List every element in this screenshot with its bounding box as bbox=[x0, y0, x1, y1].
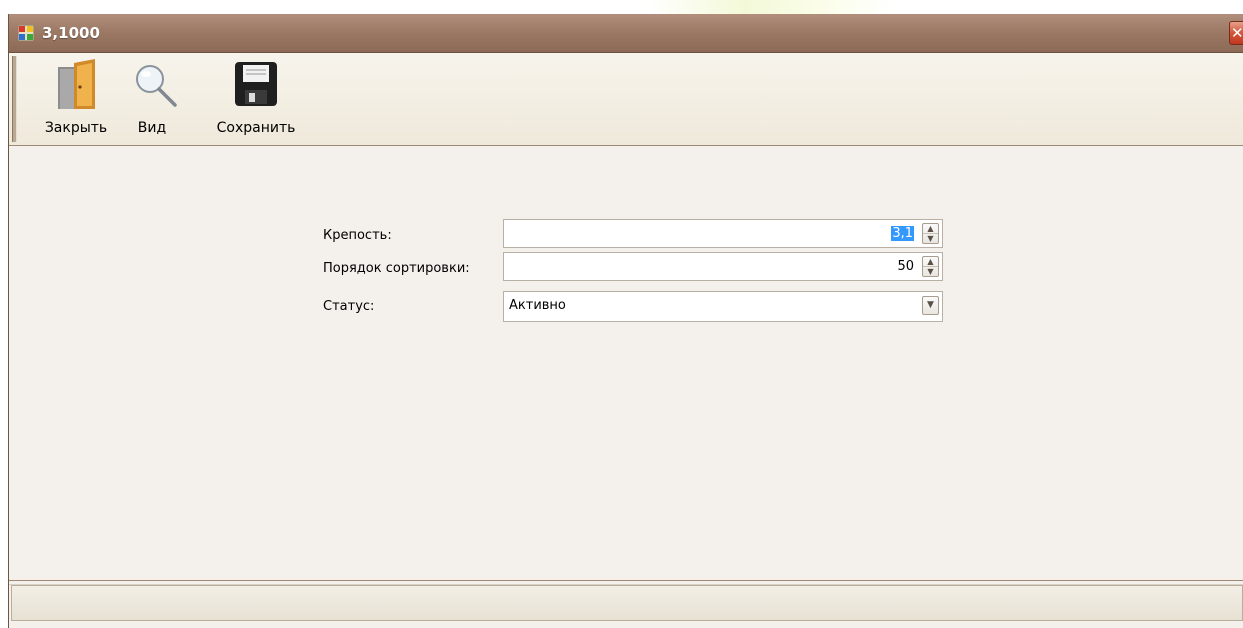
background-strip bbox=[0, 0, 1243, 14]
save-tool-button[interactable]: Сохранить bbox=[205, 53, 307, 145]
sort-order-label: Порядок сортировки: bbox=[323, 261, 470, 276]
strength-value[interactable]: 3,1 bbox=[891, 226, 914, 241]
chevron-up-icon[interactable]: ▲ bbox=[923, 224, 938, 234]
close-tool-button[interactable]: Закрыть bbox=[33, 53, 119, 145]
close-tool-label: Закрыть bbox=[44, 120, 108, 136]
strength-label: Крепость: bbox=[323, 228, 392, 243]
status-select[interactable]: Активно ▼ bbox=[503, 291, 943, 322]
chevron-down-icon[interactable]: ▼ bbox=[923, 267, 938, 276]
close-icon: ✕ bbox=[1231, 24, 1243, 42]
toolbar: Закрыть Вид Сохранить bbox=[9, 53, 1243, 146]
magnifier-icon bbox=[136, 65, 177, 107]
sort-order-spinner[interactable]: ▲ ▼ bbox=[922, 256, 939, 277]
title-bar[interactable]: 3,1000 ✕ bbox=[9, 14, 1243, 53]
strength-numeric-field[interactable]: 3,1 ▲ ▼ bbox=[503, 219, 943, 248]
door-icon bbox=[58, 59, 95, 109]
floppy-disk-icon bbox=[235, 62, 277, 106]
window-title: 3,1000 bbox=[42, 24, 100, 42]
save-tool-label: Сохранить bbox=[216, 120, 296, 136]
chevron-down-icon[interactable]: ▼ bbox=[923, 234, 938, 243]
toolbar-grip[interactable] bbox=[12, 56, 17, 142]
sort-order-numeric-field[interactable]: 50 ▲ ▼ bbox=[503, 252, 943, 281]
sort-order-value[interactable]: 50 bbox=[897, 259, 914, 274]
status-bar bbox=[11, 585, 1243, 621]
app-window-icon bbox=[18, 25, 34, 41]
chevron-down-icon[interactable]: ▼ bbox=[922, 296, 939, 315]
app-window: 3,1000 ✕ Закрыть Вид Сохранить Крепость:… bbox=[8, 14, 1243, 628]
strength-spinner[interactable]: ▲ ▼ bbox=[922, 223, 939, 244]
view-tool-label: Вид bbox=[137, 120, 167, 136]
view-tool-button[interactable]: Вид bbox=[127, 53, 177, 145]
status-label: Статус: bbox=[323, 299, 375, 314]
window-close-button[interactable]: ✕ bbox=[1229, 21, 1243, 45]
chevron-up-icon[interactable]: ▲ bbox=[923, 257, 938, 267]
status-selected-value: Активно bbox=[509, 298, 566, 313]
